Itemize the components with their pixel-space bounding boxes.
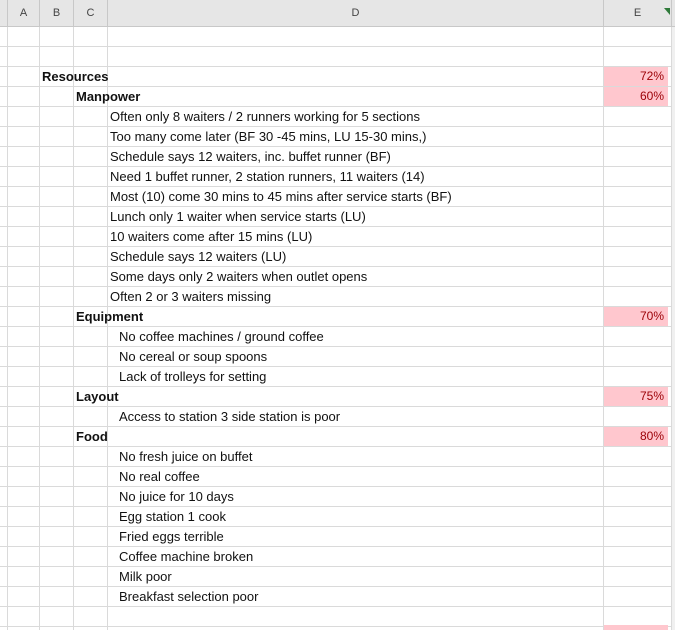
category-cell[interactable]: Food bbox=[76, 427, 108, 447]
row-gridline bbox=[0, 466, 675, 467]
issue-cell[interactable]: No cereal or soup spoons bbox=[119, 347, 267, 367]
row-gridline bbox=[0, 586, 675, 587]
column-header-e[interactable]: E bbox=[604, 0, 672, 26]
row-gridline bbox=[0, 246, 675, 247]
issue-cell[interactable]: Milk poor bbox=[119, 567, 172, 587]
percentage-cell-partial[interactable] bbox=[604, 625, 668, 630]
grid-line bbox=[603, 27, 604, 630]
row-gridline bbox=[0, 486, 675, 487]
issue-cell[interactable]: Lunch only 1 waiter when service starts … bbox=[110, 207, 366, 227]
row-gridline bbox=[0, 46, 675, 47]
grid-line bbox=[107, 27, 108, 630]
category-cell[interactable]: Resources bbox=[42, 67, 108, 87]
issue-cell[interactable]: No coffee machines / ground coffee bbox=[119, 327, 324, 347]
column-header-bar: A B C D E bbox=[0, 0, 675, 27]
issue-cell[interactable]: Schedule says 12 waiters (LU) bbox=[110, 247, 286, 267]
issue-cell[interactable]: Too many come later (BF 30 -45 mins, LU … bbox=[110, 127, 426, 147]
issue-cell[interactable]: 10 waiters come after 15 mins (LU) bbox=[110, 227, 312, 247]
row-gridline bbox=[0, 506, 675, 507]
row-gridline bbox=[0, 546, 675, 547]
issue-cell[interactable]: Breakfast selection poor bbox=[119, 587, 258, 607]
filter-corner-icon bbox=[664, 8, 670, 15]
grid-line bbox=[7, 27, 8, 630]
column-header-c[interactable]: C bbox=[74, 0, 108, 26]
row-gridline bbox=[0, 526, 675, 527]
percentage-cell[interactable]: 80% bbox=[604, 427, 668, 446]
issue-cell[interactable]: Some days only 2 waiters when outlet ope… bbox=[110, 267, 367, 287]
row-header-corner[interactable] bbox=[0, 0, 8, 26]
issue-cell[interactable]: Access to station 3 side station is poor bbox=[119, 407, 340, 427]
row-gridline bbox=[0, 606, 675, 607]
issue-cell[interactable]: Most (10) come 30 mins to 45 mins after … bbox=[110, 187, 452, 207]
row-gridline bbox=[0, 566, 675, 567]
row-gridline bbox=[0, 626, 675, 627]
row-gridline bbox=[0, 346, 675, 347]
grid-line bbox=[39, 27, 40, 630]
category-cell[interactable]: Layout bbox=[76, 387, 119, 407]
issue-cell[interactable]: No real coffee bbox=[119, 467, 200, 487]
spreadsheet-grid[interactable]: Resources 72% Manpower 60% Often only 8 wait… bbox=[0, 27, 675, 630]
issue-cell[interactable]: Coffee machine broken bbox=[119, 547, 253, 567]
column-header-d[interactable]: D bbox=[108, 0, 604, 26]
issue-cell[interactable]: Often 2 or 3 waiters missing bbox=[110, 287, 271, 307]
percentage-cell[interactable]: 75% bbox=[604, 387, 668, 406]
issue-cell[interactable]: No fresh juice on buffet bbox=[119, 447, 252, 467]
percentage-cell[interactable]: 60% bbox=[604, 87, 668, 106]
category-cell[interactable]: Equipment bbox=[76, 307, 143, 327]
category-cell[interactable]: Manpower bbox=[76, 87, 140, 107]
row-gridline bbox=[0, 366, 675, 367]
issue-cell[interactable]: Need 1 buffet runner, 2 station runners,… bbox=[110, 167, 425, 187]
issue-cell[interactable]: No juice for 10 days bbox=[119, 487, 234, 507]
issue-cell[interactable]: Egg station 1 cook bbox=[119, 507, 226, 527]
issue-cell[interactable]: Often only 8 waiters / 2 runners working… bbox=[110, 107, 420, 127]
column-header-b[interactable]: B bbox=[40, 0, 74, 26]
issue-cell[interactable]: Fried eggs terrible bbox=[119, 527, 224, 547]
grid-line bbox=[73, 27, 74, 630]
issue-cell[interactable]: Schedule says 12 waiters, inc. buffet ru… bbox=[110, 147, 391, 167]
percentage-cell[interactable]: 70% bbox=[604, 307, 668, 326]
issue-cell[interactable]: Lack of trolleys for setting bbox=[119, 367, 266, 387]
percentage-cell[interactable]: 72% bbox=[604, 67, 668, 86]
column-header-a[interactable]: A bbox=[8, 0, 40, 26]
